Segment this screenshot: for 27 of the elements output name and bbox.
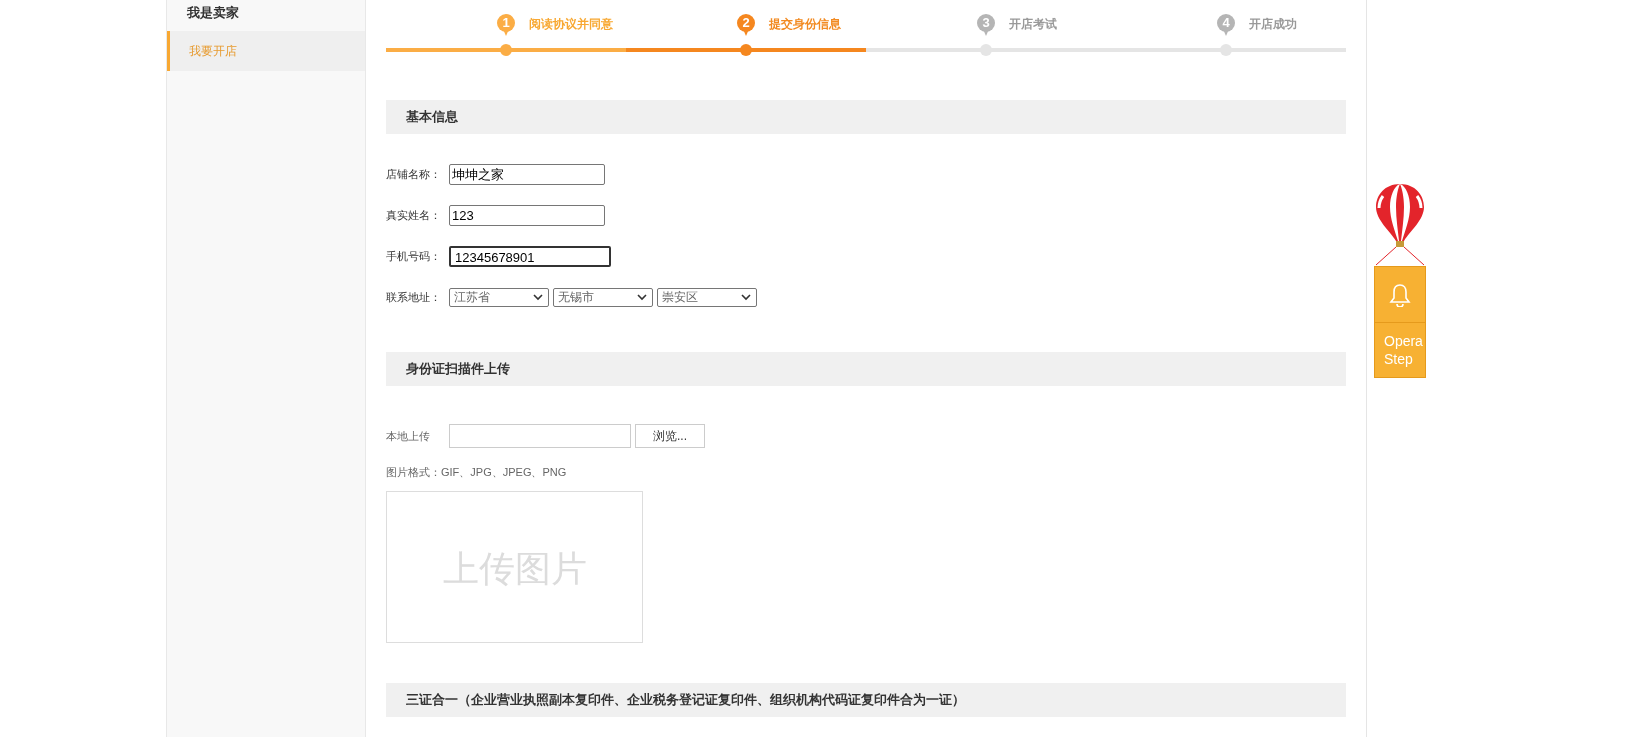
dropdown[interactable]: 江苏省 xyxy=(449,288,549,307)
dropdown[interactable]: 无锡市 xyxy=(553,288,653,307)
section-header: 三证合一（企业营业执照副本复印件、企业税务登记证复印件、组织机构代码证复印件合为一证） xyxy=(386,683,1346,717)
file-path-field[interactable] xyxy=(449,424,631,448)
step-label: 开店考试 xyxy=(1009,15,1057,33)
chevron-icon xyxy=(741,294,751,301)
step-label: 提交身份信息 xyxy=(769,15,841,33)
step-label: 阅读协议并同意 xyxy=(529,15,613,33)
bell-icon xyxy=(1389,282,1411,307)
section-header: 身份证扫描件上传 xyxy=(386,352,1346,386)
text-field[interactable]: 12345678901 xyxy=(449,246,611,267)
sidebar-title: 我是卖家 xyxy=(186,4,240,22)
dropdown[interactable]: 崇安区 xyxy=(657,288,757,307)
field-label: 真实姓名： xyxy=(386,208,442,223)
text-field[interactable]: 坤坤之家 xyxy=(449,164,605,185)
field-label: 手机号码： xyxy=(386,249,442,264)
step-label: 开店成功 xyxy=(1249,15,1297,33)
chevron-icon xyxy=(533,294,543,301)
field-label: 店铺名称： xyxy=(386,167,442,182)
section-header: 基本信息 xyxy=(386,100,1346,134)
panel-label: Opera Step xyxy=(1383,332,1424,369)
browse-button[interactable]: 浏览... xyxy=(635,424,705,448)
text-field[interactable]: 123 xyxy=(449,205,605,226)
field-label: 联系地址： xyxy=(386,290,442,305)
format-note: 图片格式：GIF、JPG、JPEG、PNG xyxy=(386,465,568,480)
chevron-icon xyxy=(637,294,647,301)
field-label: 本地上传 xyxy=(386,428,431,444)
